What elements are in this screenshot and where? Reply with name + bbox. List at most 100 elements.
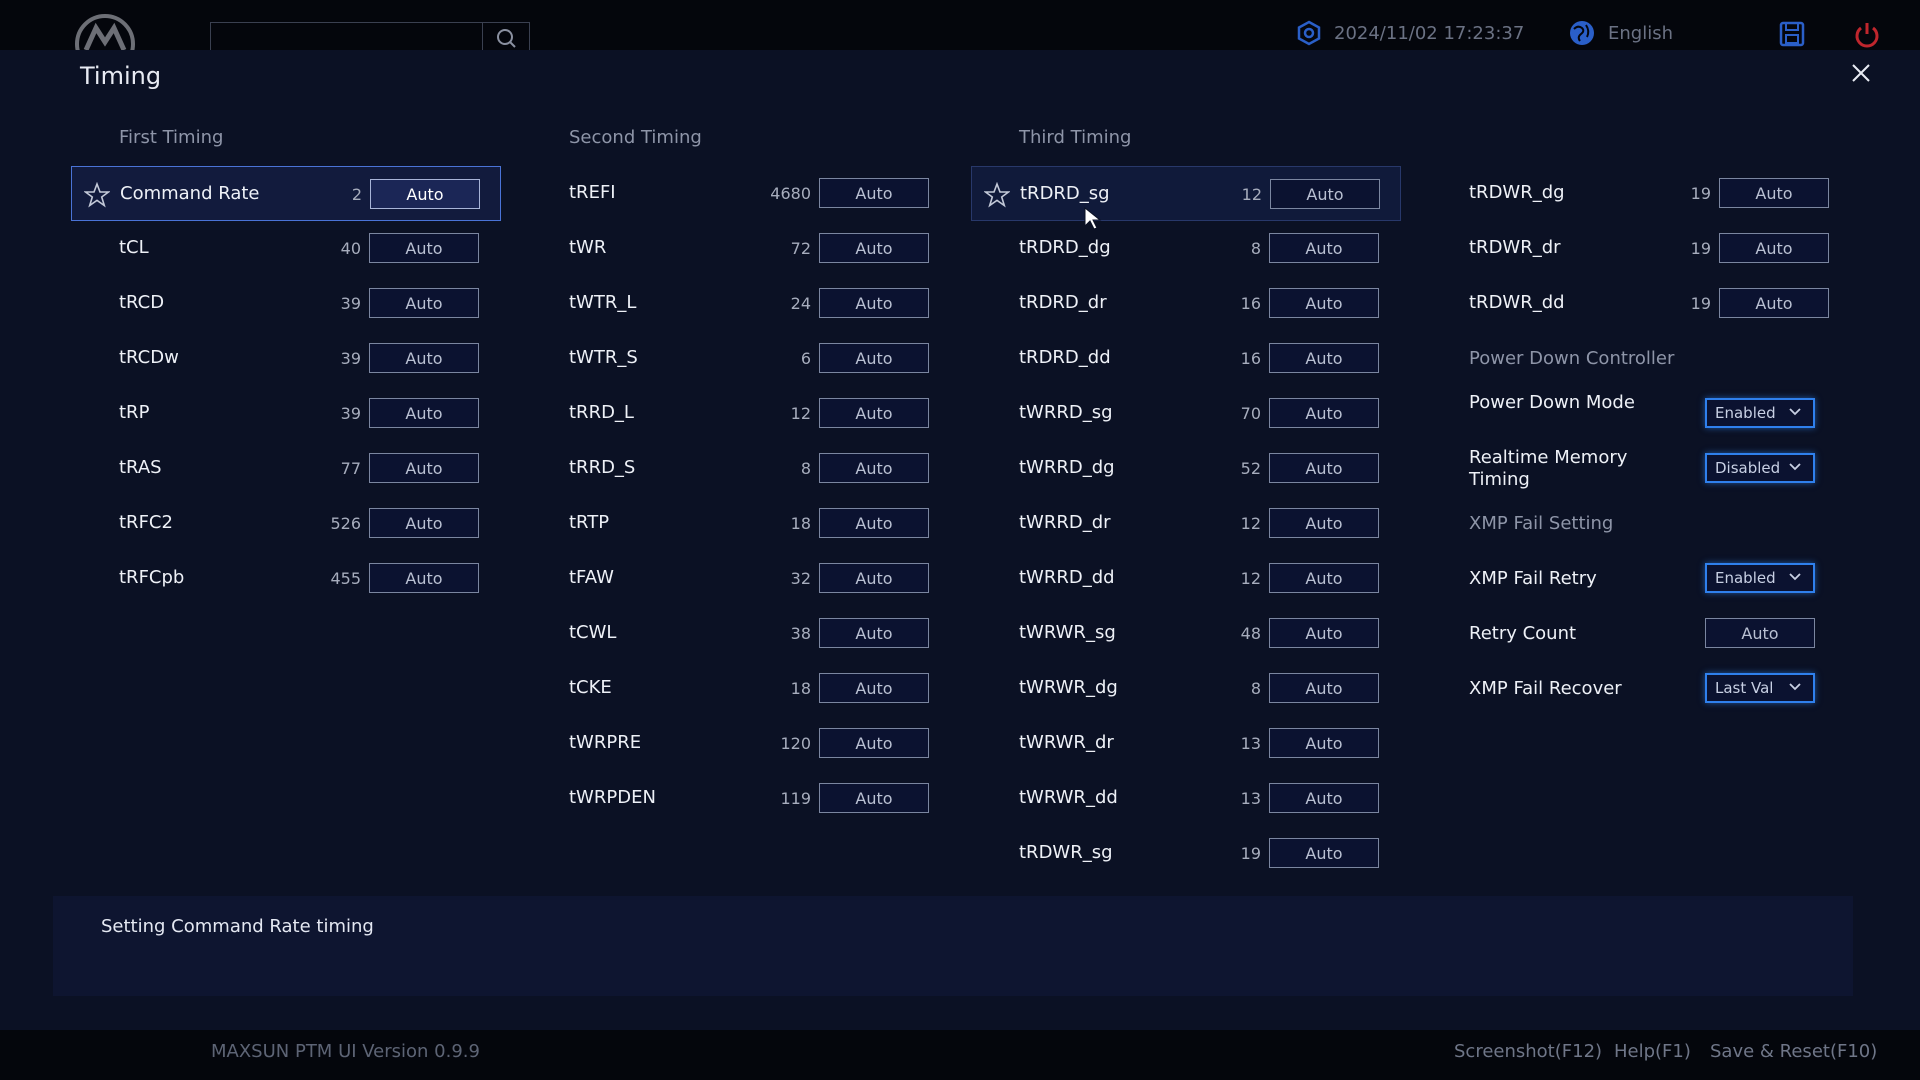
setting-row-twrwr-dd[interactable]: tWRWR_dd 13 Auto (971, 771, 1401, 826)
trdwr-dr-auto-button[interactable]: Auto (1719, 233, 1829, 263)
trdrd-dd-auto-button[interactable]: Auto (1269, 343, 1379, 373)
twrpre-auto-button[interactable]: Auto (819, 728, 929, 758)
setting-row-trdrd-dg[interactable]: tRDRD_dg 8 Auto (971, 221, 1401, 276)
retry-count-auto-button[interactable]: Auto (1705, 618, 1815, 648)
twtr-l-auto-button[interactable]: Auto (819, 288, 929, 318)
twrwr-dd-auto-button[interactable]: Auto (1269, 783, 1379, 813)
setting-row-trcdw[interactable]: tRCDw 39 Auto (71, 331, 501, 386)
twrrd-dd-auto-button[interactable]: Auto (1269, 563, 1379, 593)
setting-row-twrpden[interactable]: tWRPDEN 119 Auto (521, 771, 951, 826)
setting-row-retry-count[interactable]: Retry Count Auto (1449, 606, 1829, 661)
trfcpb-auto-button[interactable]: Auto (369, 563, 479, 593)
setting-value: 72 (790, 239, 811, 258)
setting-row-twrrd-dg[interactable]: tWRRD_dg 52 Auto (971, 441, 1401, 496)
save-icon[interactable] (1778, 20, 1806, 48)
power-down-mode-dropdown[interactable]: Enabled (1705, 398, 1815, 428)
setting-row-twrwr-dg[interactable]: tWRWR_dg 8 Auto (971, 661, 1401, 716)
setting-row-tcl[interactable]: tCL 40 Auto (71, 221, 501, 276)
datetime-display[interactable]: 2024/11/02 17:23:37 (1296, 18, 1524, 48)
setting-row-twtr-s[interactable]: tWTR_S 6 Auto (521, 331, 951, 386)
tfaw-auto-button[interactable]: Auto (819, 563, 929, 593)
trdwr-sg-auto-button[interactable]: Auto (1269, 838, 1379, 868)
setting-row-twrrd-sg[interactable]: tWRRD_sg 70 Auto (971, 386, 1401, 441)
setting-row-trdwr-dr[interactable]: tRDWR_dr 19 Auto (1421, 221, 1851, 276)
twrpden-auto-button[interactable]: Auto (819, 783, 929, 813)
setting-row-trdwr-sg[interactable]: tRDWR_sg 19 Auto (971, 826, 1401, 881)
setting-row-tcwl[interactable]: tCWL 38 Auto (521, 606, 951, 661)
screenshot-button[interactable]: Screenshot(F12) (1454, 1041, 1602, 1062)
save-reset-button[interactable]: Save & Reset(F10) (1710, 1041, 1877, 1062)
power-icon[interactable] (1852, 20, 1882, 50)
maxsun-logo-icon (75, 14, 135, 54)
setting-row-twrwr-dr[interactable]: tWRWR_dr 13 Auto (971, 716, 1401, 771)
setting-row-tfaw[interactable]: tFAW 32 Auto (521, 551, 951, 606)
twr-auto-button[interactable]: Auto (819, 233, 929, 263)
trrd-s-auto-button[interactable]: Auto (819, 453, 929, 483)
setting-row-trdrd-dd[interactable]: tRDRD_dd 16 Auto (971, 331, 1401, 386)
favorite-star-icon[interactable] (83, 181, 111, 212)
setting-row-power-down-mode[interactable]: Power Down Mode Enabled (1449, 386, 1829, 441)
twrrd-sg-auto-button[interactable]: Auto (1269, 398, 1379, 428)
twrrd-dr-auto-button[interactable]: Auto (1269, 508, 1379, 538)
twtr-s-auto-button[interactable]: Auto (819, 343, 929, 373)
trcdw-auto-button[interactable]: Auto (369, 343, 479, 373)
tcwl-auto-button[interactable]: Auto (819, 618, 929, 648)
xmp-fail-retry-dropdown[interactable]: Enabled (1705, 563, 1815, 593)
setting-row-command-rate[interactable]: Command Rate 2 Auto (71, 166, 501, 221)
trrd-l-auto-button[interactable]: Auto (819, 398, 929, 428)
setting-row-twrrd-dd[interactable]: tWRRD_dd 12 Auto (971, 551, 1401, 606)
setting-row-twtr-l[interactable]: tWTR_L 24 Auto (521, 276, 951, 331)
setting-row-trrd-s[interactable]: tRRD_S 8 Auto (521, 441, 951, 496)
language-selector[interactable]: English (1568, 18, 1673, 48)
setting-label: tWTR_S (569, 347, 638, 368)
trdrd-dg-auto-button[interactable]: Auto (1269, 233, 1379, 263)
search-input[interactable] (210, 22, 530, 53)
trdwr-dd-auto-button[interactable]: Auto (1719, 288, 1829, 318)
setting-row-twrwr-sg[interactable]: tWRWR_sg 48 Auto (971, 606, 1401, 661)
setting-row-trfcpb[interactable]: tRFCpb 455 Auto (71, 551, 501, 606)
setting-row-trp[interactable]: tRP 39 Auto (71, 386, 501, 441)
setting-row-trdwr-dg[interactable]: tRDWR_dg 19 Auto (1421, 166, 1851, 221)
setting-row-xmp-fail-recover[interactable]: XMP Fail Recover Last Val (1449, 661, 1829, 716)
setting-row-twr[interactable]: tWR 72 Auto (521, 221, 951, 276)
setting-row-realtime-memory-timing[interactable]: Realtime Memory Timing Disabled (1449, 441, 1829, 496)
trefi-auto-button[interactable]: Auto (819, 178, 929, 208)
trfc2-auto-button[interactable]: Auto (369, 508, 479, 538)
trcd-auto-button[interactable]: Auto (369, 288, 479, 318)
setting-row-trrd-l[interactable]: tRRD_L 12 Auto (521, 386, 951, 441)
close-button[interactable] (1846, 58, 1876, 88)
setting-row-trtp[interactable]: tRTP 18 Auto (521, 496, 951, 551)
tcke-auto-button[interactable]: Auto (819, 673, 929, 703)
setting-row-trdwr-dd[interactable]: tRDWR_dd 19 Auto (1421, 276, 1851, 331)
realtime-memory-timing-dropdown[interactable]: Disabled (1705, 453, 1815, 483)
favorite-star-icon[interactable] (983, 181, 1011, 212)
setting-value: 19 (1690, 239, 1711, 258)
tras-auto-button[interactable]: Auto (369, 453, 479, 483)
setting-row-twrrd-dr[interactable]: tWRRD_dr 12 Auto (971, 496, 1401, 551)
setting-row-trcd[interactable]: tRCD 39 Auto (71, 276, 501, 331)
setting-row-twrpre[interactable]: tWRPRE 120 Auto (521, 716, 951, 771)
trdrd-sg-auto-button[interactable]: Auto (1270, 179, 1380, 209)
setting-row-trdrd-dr[interactable]: tRDRD_dr 16 Auto (971, 276, 1401, 331)
setting-row-xmp-fail-retry[interactable]: XMP Fail Retry Enabled (1449, 551, 1829, 606)
search-button[interactable] (482, 23, 529, 53)
setting-row-tras[interactable]: tRAS 77 Auto (71, 441, 501, 496)
tcl-auto-button[interactable]: Auto (369, 233, 479, 263)
setting-row-trdrd-sg[interactable]: tRDRD_sg 12 Auto (971, 166, 1401, 221)
twrwr-sg-auto-button[interactable]: Auto (1269, 618, 1379, 648)
twrrd-dg-auto-button[interactable]: Auto (1269, 453, 1379, 483)
setting-row-tcke[interactable]: tCKE 18 Auto (521, 661, 951, 716)
trp-auto-button[interactable]: Auto (369, 398, 479, 428)
setting-row-trfc2[interactable]: tRFC2 526 Auto (71, 496, 501, 551)
trdrd-dr-auto-button[interactable]: Auto (1269, 288, 1379, 318)
setting-value: 12 (1241, 185, 1262, 204)
setting-row-trefi[interactable]: tREFI 4680 Auto (521, 166, 951, 221)
twrwr-dg-auto-button[interactable]: Auto (1269, 673, 1379, 703)
trdwr-dg-auto-button[interactable]: Auto (1719, 178, 1829, 208)
trtp-auto-button[interactable]: Auto (819, 508, 929, 538)
help-button[interactable]: Help(F1) (1614, 1041, 1691, 1062)
command-rate-auto-button[interactable]: Auto (370, 179, 480, 209)
xmp-fail-recover-dropdown[interactable]: Last Val (1705, 673, 1815, 703)
twrwr-dr-auto-button[interactable]: Auto (1269, 728, 1379, 758)
setting-label: tWRRD_sg (1019, 402, 1113, 423)
